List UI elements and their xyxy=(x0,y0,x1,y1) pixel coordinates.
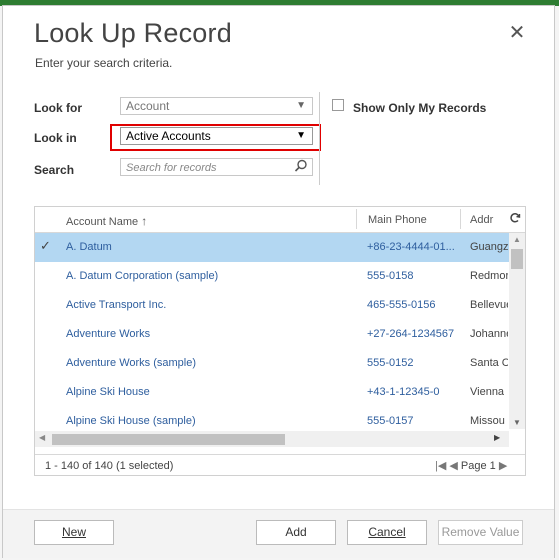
show-only-my-records-label[interactable]: Show Only My Records xyxy=(353,101,486,115)
main-phone-cell[interactable]: 555-0152 xyxy=(367,357,465,369)
address-cell: Guangz xyxy=(470,241,508,253)
column-header-main-phone[interactable]: Main Phone xyxy=(368,214,427,226)
address-cell: Bellevue xyxy=(470,299,508,311)
scroll-down-icon[interactable]: ▼ xyxy=(513,418,521,427)
address-cell: Santa C xyxy=(470,357,508,369)
dialog-footer: New Add Cancel Remove Value xyxy=(3,509,554,558)
first-page-icon[interactable]: |◀ xyxy=(435,460,446,472)
account-name-cell[interactable]: Active Transport Inc. xyxy=(66,299,356,311)
scroll-up-icon[interactable]: ▲ xyxy=(513,235,521,244)
grid-header: Account Name ↑ Main Phone Addr xyxy=(35,207,525,233)
vertical-scrollbar[interactable]: ▲ ▼ xyxy=(509,233,525,429)
lookup-record-dialog: Look Up Record Enter your search criteri… xyxy=(2,5,555,558)
close-icon[interactable]: ✕ xyxy=(507,20,527,45)
table-row[interactable]: Adventure Works (sample) 555-0152 Santa … xyxy=(35,349,509,378)
horizontal-scrollbar[interactable]: ◀ ▶ xyxy=(35,431,509,447)
look-for-select[interactable]: Account ▼ xyxy=(120,97,313,115)
row-selected-check-icon: ✓ xyxy=(40,238,51,253)
account-name-cell[interactable]: Alpine Ski House xyxy=(66,386,356,398)
search-placeholder: Search for records xyxy=(126,162,217,174)
table-row[interactable]: Alpine Ski House +43-1-12345-0 Vienna xyxy=(35,378,509,407)
main-phone-cell[interactable]: 465-555-0156 xyxy=(367,299,465,311)
add-button[interactable]: Add xyxy=(256,520,336,545)
table-row[interactable]: A. Datum Corporation (sample) 555-0158 R… xyxy=(35,262,509,291)
look-in-value: Active Accounts xyxy=(126,129,211,143)
scroll-right-icon[interactable]: ▶ xyxy=(494,433,500,442)
horizontal-scroll-thumb[interactable] xyxy=(52,434,285,445)
account-name-cell[interactable]: A. Datum xyxy=(66,241,356,253)
main-phone-cell[interactable]: 555-0158 xyxy=(367,270,465,282)
look-in-select[interactable]: Active Accounts ▼ xyxy=(120,127,313,145)
dialog-subtitle: Enter your search criteria. xyxy=(35,56,173,70)
sort-ascending-icon: ↑ xyxy=(141,214,148,228)
search-input[interactable]: Search for records xyxy=(120,158,313,176)
main-phone-cell[interactable]: +86-23-4444-01... xyxy=(367,241,465,253)
table-row[interactable]: Active Transport Inc. 465-555-0156 Belle… xyxy=(35,291,509,320)
account-name-cell[interactable]: A. Datum Corporation (sample) xyxy=(66,270,356,282)
grid-footer: 1 - 140 of 140 (1 selected) |◀ ◀ Page 1 … xyxy=(35,454,525,475)
new-button[interactable]: New xyxy=(34,520,114,545)
records-grid: Account Name ↑ Main Phone Addr ✓ A. Datu… xyxy=(34,206,526,476)
look-for-value: Account xyxy=(126,99,170,113)
look-in-label: Look in xyxy=(34,131,77,145)
search-label: Search xyxy=(34,163,75,177)
main-phone-cell[interactable]: +43-1-12345-0 xyxy=(367,386,465,398)
account-name-cell[interactable]: Adventure Works (sample) xyxy=(66,357,356,369)
refresh-icon[interactable] xyxy=(509,212,521,227)
record-count-status: 1 - 140 of 140 (1 selected) xyxy=(45,460,174,472)
form-divider xyxy=(319,92,320,185)
column-header-account-name[interactable]: Account Name ↑ xyxy=(66,214,147,228)
next-page-icon[interactable]: ▶ xyxy=(499,460,507,472)
pager: |◀ ◀ Page 1 ▶ xyxy=(435,459,507,472)
account-name-cell[interactable]: Alpine Ski House (sample) xyxy=(66,415,356,427)
previous-page-icon[interactable]: ◀ xyxy=(449,460,457,472)
address-cell: Johanne xyxy=(470,328,508,340)
search-icon[interactable] xyxy=(294,159,308,177)
column-divider xyxy=(356,209,357,229)
page-label: Page 1 xyxy=(460,460,496,472)
vertical-scroll-thumb[interactable] xyxy=(511,249,523,269)
table-row[interactable]: ✓ A. Datum +86-23-4444-01... Guangz xyxy=(35,233,509,262)
address-cell: Vienna xyxy=(470,386,505,398)
look-for-label: Look for xyxy=(34,101,82,115)
column-divider xyxy=(460,209,461,229)
show-only-my-records-checkbox[interactable] xyxy=(332,99,344,111)
dropdown-arrow-icon: ▼ xyxy=(296,100,306,111)
cancel-button[interactable]: Cancel xyxy=(347,520,427,545)
remove-value-button[interactable]: Remove Value xyxy=(438,520,523,545)
account-name-cell[interactable]: Adventure Works xyxy=(66,328,356,340)
main-phone-cell[interactable]: 555-0157 xyxy=(367,415,465,427)
dialog-title: Look Up Record xyxy=(34,18,232,48)
dropdown-arrow-icon: ▼ xyxy=(296,130,306,141)
main-phone-cell[interactable]: +27-264-1234567 xyxy=(367,328,465,340)
address-cell: Redmor xyxy=(470,270,508,282)
address-cell: Missou xyxy=(470,415,505,427)
column-header-address[interactable]: Addr xyxy=(470,214,493,226)
table-row[interactable]: Adventure Works +27-264-1234567 Johanne xyxy=(35,320,509,349)
scroll-left-icon[interactable]: ◀ xyxy=(39,433,45,442)
